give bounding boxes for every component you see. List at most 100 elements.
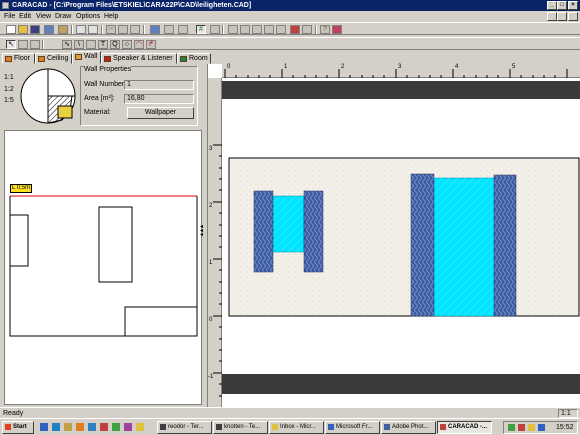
menu-help[interactable]: Help [104,11,118,22]
window-glass[interactable] [271,195,305,253]
paste-icon[interactable] [130,25,140,34]
elevation-drawing [222,81,580,394]
wall-properties-title: Wall Properties [84,66,132,74]
grid-icon[interactable]: # [196,25,206,34]
floor-plan-canvas[interactable]: L 0,5m [4,130,202,405]
terminal-icon [160,424,166,430]
quicklaunch-app-icon[interactable] [88,423,96,431]
quicklaunch-app-icon[interactable] [124,423,132,431]
wall-number-field[interactable]: 1 [124,80,194,90]
close-button[interactable]: × [568,1,578,10]
minimize-button[interactable]: _ [547,1,557,10]
quicklaunch-outlook-icon[interactable] [52,423,60,431]
curtain-left[interactable] [253,190,274,273]
menu-file[interactable]: File [4,11,15,22]
menu-view[interactable]: View [36,11,51,22]
toolbar-separator [143,25,145,34]
clock: 15:52 [556,424,574,431]
tab-floor[interactable]: Floor [2,53,35,64]
box-icon[interactable] [86,40,96,49]
select-arrow-icon[interactable]: ↖ [6,40,16,49]
tray-icon[interactable] [518,424,525,431]
about-icon[interactable] [332,25,342,34]
tab-wall[interactable]: Wall [72,51,101,64]
menu-draw[interactable]: Draw [55,11,71,22]
menu-options[interactable]: Options [76,11,100,22]
tab-speaker-listener[interactable]: Speaker & Listener [101,53,177,64]
print-preview-icon[interactable] [88,25,98,34]
task-inbox[interactable]: Inbox - Micr... [269,421,324,434]
area-label: Area [m²]: [84,95,115,102]
scale-1-2[interactable]: 1:2 [4,86,14,94]
new-file-icon[interactable] [6,25,16,34]
help-icon[interactable]: ? [320,25,330,34]
save-icon[interactable] [30,25,40,34]
quicklaunch-app-icon[interactable] [112,423,120,431]
open-folder-icon[interactable] [18,25,28,34]
tray-icon[interactable] [528,424,535,431]
frontpage-icon [328,424,334,430]
task-microsoft[interactable]: Microsoft Fr... [325,421,380,434]
bring-front-icon[interactable] [264,25,274,34]
task-caracad[interactable]: CARACAD -... [437,421,492,434]
task-reodor[interactable]: reodor - Ter... [157,421,212,434]
quicklaunch-desktop-icon[interactable] [64,423,72,431]
zoom-fit-icon[interactable] [164,25,174,34]
doc-minimize-button[interactable] [547,12,557,21]
properties-icon[interactable] [150,25,160,34]
task-label: CARACAD -... [448,424,487,430]
task-label: Inbox - Micr... [280,424,317,430]
volume-icon[interactable] [538,424,545,431]
door-glass[interactable] [432,177,496,317]
task-adobe[interactable]: Adobe Phot... [381,421,436,434]
quicklaunch-app-icon[interactable] [100,423,108,431]
start-button[interactable]: Start [2,421,34,434]
arc-icon[interactable]: ◠ [134,40,144,49]
rectangle-icon[interactable] [18,40,28,49]
ruler-x-0: 0 [227,64,231,70]
menu-edit[interactable]: Edit [19,11,31,22]
material-button[interactable]: Wallpaper [127,107,194,119]
tab-room[interactable]: Room [177,53,211,64]
curtain-right[interactable] [303,190,324,273]
align-center-icon[interactable] [240,25,250,34]
send-back-icon[interactable] [276,25,286,34]
curve-icon[interactable]: ↱ [146,40,156,49]
quicklaunch-app-icon[interactable] [136,423,144,431]
text-icon[interactable]: T [98,40,108,49]
quicklaunch-ie-icon[interactable] [40,423,48,431]
line-icon[interactable]: \ [74,40,84,49]
copy-icon[interactable] [118,25,128,34]
doc-close-button[interactable] [568,12,578,21]
tab-ceiling[interactable]: Ceiling [35,53,72,64]
save-as-icon[interactable] [44,25,54,34]
system-tray: 15:52 [503,421,578,434]
maximize-button[interactable]: □ [557,1,567,10]
curtain-left[interactable] [410,173,435,317]
magnify-icon[interactable]: Q [110,40,120,49]
zoom-width-icon[interactable] [178,25,188,34]
app-icon[interactable] [2,2,9,9]
polyline-icon[interactable]: ∿ [62,40,72,49]
wall-elevation-view[interactable]: 0 1 2 3 4 5 3 2 1 0 -1 [207,64,580,407]
windows-logo-icon [5,424,11,430]
align-left-icon[interactable] [228,25,238,34]
floor-band [222,374,580,394]
ceiling-icon [38,56,45,62]
record-icon[interactable] [290,25,300,34]
align-right-icon[interactable] [252,25,262,34]
tray-icon[interactable] [508,424,515,431]
cut-icon[interactable]: ✂ [106,25,116,34]
scale-1-5[interactable]: 1:5 [4,97,14,105]
task-knotten[interactable]: knotten - Te... [213,421,268,434]
doc-restore-button[interactable] [557,12,567,21]
snap-icon[interactable] [210,25,220,34]
flip-icon[interactable] [302,25,312,34]
curtain-right[interactable] [493,174,517,317]
circle-icon[interactable]: ○ [122,40,132,49]
quicklaunch-app-icon[interactable] [76,423,84,431]
print-icon[interactable] [76,25,86,34]
zoom-icon[interactable] [30,40,40,49]
export-icon[interactable] [58,25,68,34]
scale-1-1[interactable]: 1:1 [4,74,14,82]
